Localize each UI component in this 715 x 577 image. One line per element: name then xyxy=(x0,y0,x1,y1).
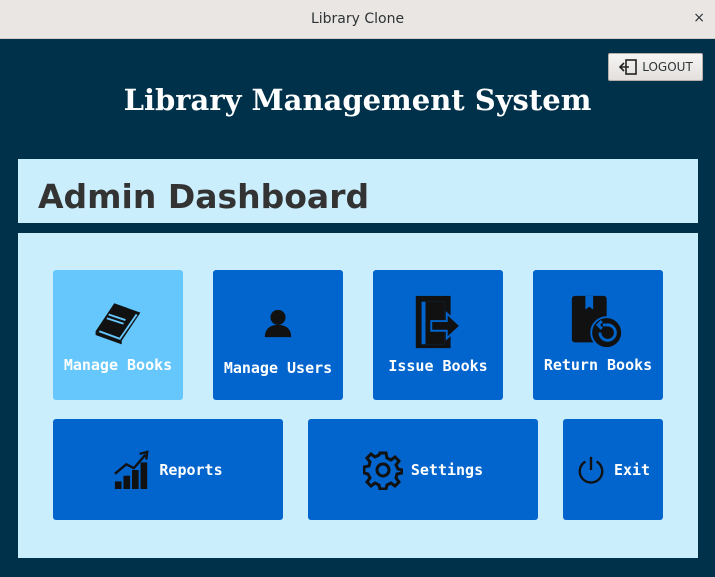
settings-label: Settings xyxy=(410,460,484,479)
bar-chart-icon xyxy=(114,449,149,489)
logout-icon xyxy=(619,59,638,75)
exit-button[interactable]: Exit xyxy=(563,419,663,520)
title-bar: Library Clone × xyxy=(0,0,715,39)
return-book-icon xyxy=(571,295,624,350)
exit-label: Exit xyxy=(613,460,651,479)
app-title: Library Management System xyxy=(123,83,592,117)
dashboard-header: Admin Dashboard xyxy=(18,159,698,223)
return-books-button[interactable]: Return Books xyxy=(533,270,663,400)
logout-button[interactable]: LOGOUT xyxy=(608,53,703,81)
power-icon xyxy=(578,456,604,484)
reports-button[interactable]: Reports xyxy=(53,419,283,520)
issue-books-button[interactable]: Issue Books xyxy=(373,270,503,400)
issue-book-icon xyxy=(415,295,462,349)
manage-users-button[interactable]: Manage Users xyxy=(213,270,343,400)
logout-label: LOGOUT xyxy=(642,60,693,74)
reports-label: Reports xyxy=(159,460,223,479)
manage-users-label: Manage Users xyxy=(223,359,333,377)
close-button[interactable]: × xyxy=(693,10,705,26)
return-books-label: Return Books xyxy=(543,356,653,374)
page-title: Admin Dashboard xyxy=(38,177,370,216)
settings-button[interactable]: Settings xyxy=(308,419,538,520)
gear-icon xyxy=(362,451,403,490)
issue-books-label: Issue Books xyxy=(388,357,488,375)
book-icon xyxy=(95,303,141,345)
manage-books-label: Manage Books xyxy=(63,356,173,374)
window-title: Library Clone xyxy=(310,11,405,27)
manage-books-button[interactable]: Manage Books xyxy=(53,270,183,400)
user-icon xyxy=(264,309,292,338)
